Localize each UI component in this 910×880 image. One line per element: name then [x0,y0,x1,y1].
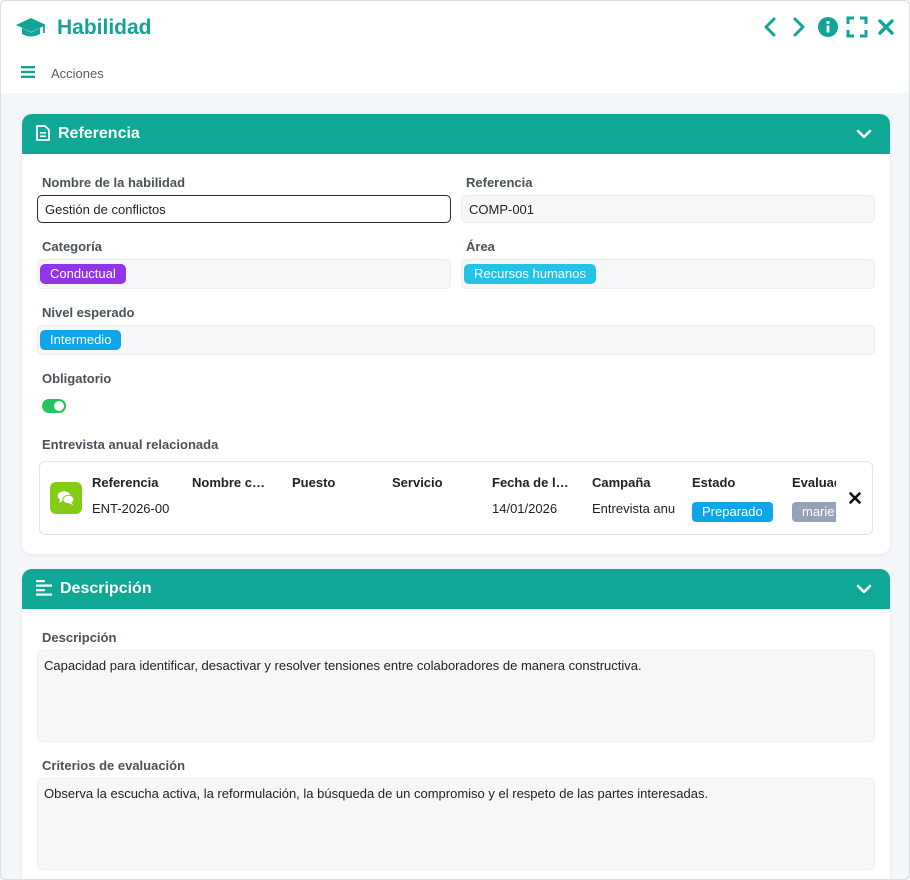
menu-icon[interactable] [21,65,35,81]
cell-fecha[interactable]: 14/01/2026 [492,501,576,516]
remove-icon[interactable] [846,489,864,507]
col-nombre: Nombre c… [192,462,292,534]
nombre-input[interactable]: Gestión de conflictos [37,195,451,223]
referencia-input[interactable]: COMP-001 [461,195,875,223]
obligatorio-label: Obligatorio [42,371,112,386]
habilidad-window: Habilidad Acciones Referencia Nombre de … [0,0,910,880]
col-header: Campaña [592,475,651,490]
fullscreen-icon[interactable] [844,14,870,40]
actions-menu[interactable]: Acciones [21,65,104,81]
close-icon[interactable] [873,14,899,40]
referencia-panel: Referencia Nombre de la habilidad Gestió… [22,114,890,554]
col-header: Evaluad [792,475,836,490]
nombre-label: Nombre de la habilidad [42,175,186,190]
nivel-field[interactable] [37,325,875,355]
col-campana: Campaña Entrevista anu [592,462,692,534]
title-row: Habilidad [15,13,152,43]
info-icon[interactable] [815,14,841,40]
referencia-panel-title: Referencia [58,125,140,142]
chevron-left-icon[interactable] [757,14,783,40]
area-label: Área [466,239,495,254]
categoria-chip[interactable]: Conductual [40,264,126,284]
window-actions [754,14,899,40]
criterios-label: Criterios de evaluación [42,758,186,773]
col-referencia: Referencia ENT-2026-00 [92,462,192,534]
chevron-down-icon[interactable] [854,124,874,144]
col-header: Estado [692,475,736,490]
descripcion-panel-header[interactable]: Descripción [22,569,890,609]
evaluador-chip[interactable]: marie [792,502,836,522]
actions-label[interactable]: Acciones [51,66,104,81]
criterios-textarea[interactable]: Observa la escucha activa, la reformulac… [37,778,875,870]
estado-chip[interactable]: Preparado [692,502,773,522]
descripcion-label: Descripción [42,630,117,645]
nivel-chip[interactable]: Intermedio [40,330,122,350]
graduation-cap-icon [15,16,47,40]
document-icon [36,124,50,144]
col-header: Fecha de l… [492,475,569,490]
col-header: Servicio [392,475,443,490]
col-estado: Estado Preparado [692,462,792,534]
col-header: Puesto [292,475,336,490]
comments-icon [50,482,82,514]
col-puesto: Puesto [292,462,392,534]
chevron-down-icon[interactable] [854,579,874,599]
window-header: Habilidad Acciones [1,1,909,93]
categoria-label: Categoría [42,239,102,254]
entrevista-card[interactable]: Referencia ENT-2026-00 Nombre c… Puesto … [39,461,873,535]
col-header: Referencia [92,475,159,490]
referencia-panel-header[interactable]: Referencia [22,114,890,154]
align-left-icon [36,579,52,599]
col-fecha: Fecha de l… 14/01/2026 [492,462,592,534]
area-chip[interactable]: Recursos humanos [464,264,596,284]
col-servicio: Servicio [392,462,492,534]
cell-referencia[interactable]: ENT-2026-00 [92,501,176,516]
obligatorio-toggle[interactable] [42,399,66,413]
chevron-right-icon[interactable] [786,14,812,40]
window-title: Habilidad [57,16,152,39]
col-header: Nombre c… [192,475,265,490]
descripcion-panel-title: Descripción [60,580,152,597]
descripcion-panel: Descripción Descripción Capacidad para i… [22,569,890,879]
entrevista-columns: Referencia ENT-2026-00 Nombre c… Puesto … [92,462,836,534]
nivel-label: Nivel esperado [42,305,135,320]
entrevista-label: Entrevista anual relacionada [42,437,219,452]
referencia-label: Referencia [466,175,533,190]
descripcion-textarea[interactable]: Capacidad para identificar, desactivar y… [37,650,875,742]
cell-campana[interactable]: Entrevista anu [592,501,676,516]
col-evaluador: Evaluad marie [792,462,836,534]
